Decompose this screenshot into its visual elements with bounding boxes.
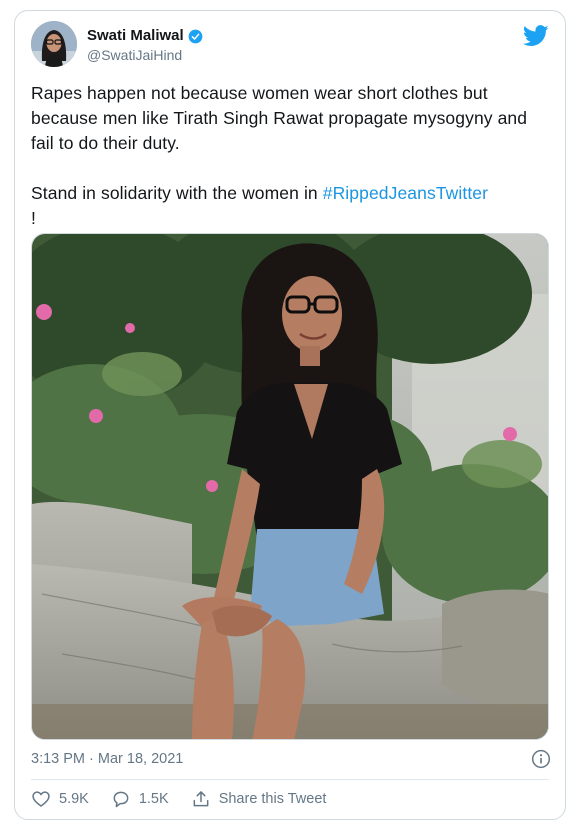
- tweet-meta: 3:13 PM · Mar 18, 2021: [31, 748, 551, 770]
- share-label: Share this Tweet: [218, 791, 327, 807]
- tweet-card[interactable]: Swati Maliwal @SwatiJaiHind Rapes happen…: [14, 10, 566, 820]
- tweet-paragraph-1: Rapes happen not because women wear shor…: [31, 83, 528, 153]
- tweet-paragraph-2-end: !: [31, 208, 36, 228]
- tweet-timestamp[interactable]: 3:13 PM · Mar 18, 2021: [31, 751, 183, 767]
- share-icon: [193, 791, 209, 807]
- author-display-name[interactable]: Swati Maliwal: [87, 27, 184, 45]
- like-count: 5.9K: [59, 791, 89, 807]
- info-icon[interactable]: [531, 749, 551, 769]
- photo-image: [32, 234, 548, 739]
- tweet-header: Swati Maliwal @SwatiJaiHind: [31, 21, 549, 75]
- author-handle[interactable]: @SwatiJaiHind: [87, 46, 203, 64]
- share-button[interactable]: Share this Tweet: [191, 789, 327, 809]
- heart-icon: [32, 791, 50, 807]
- author-name-row[interactable]: Swati Maliwal: [87, 27, 203, 45]
- verified-badge-icon: [188, 29, 203, 43]
- hashtag-link[interactable]: #RippedJeansTwitter: [323, 183, 488, 203]
- twitter-logo-icon[interactable]: [523, 25, 549, 47]
- avatar[interactable]: [31, 21, 77, 67]
- tweet-paragraph-2: Stand in solidarity with the women in #R…: [31, 181, 551, 231]
- tweet-photo[interactable]: [31, 233, 549, 740]
- tweet-text: Rapes happen not because women wear shor…: [31, 81, 551, 231]
- divider: [31, 779, 549, 780]
- like-button[interactable]: 5.9K: [31, 789, 89, 809]
- author-block[interactable]: Swati Maliwal @SwatiJaiHind: [87, 27, 203, 64]
- reply-count: 1.5K: [138, 791, 169, 807]
- reply-icon: [113, 791, 129, 808]
- reply-button[interactable]: 1.5K: [111, 789, 169, 809]
- tweet-paragraph-2-text: Stand in solidarity with the women in: [31, 183, 323, 203]
- tweet-actions: 5.9K 1.5K Share this Tweet: [31, 787, 551, 811]
